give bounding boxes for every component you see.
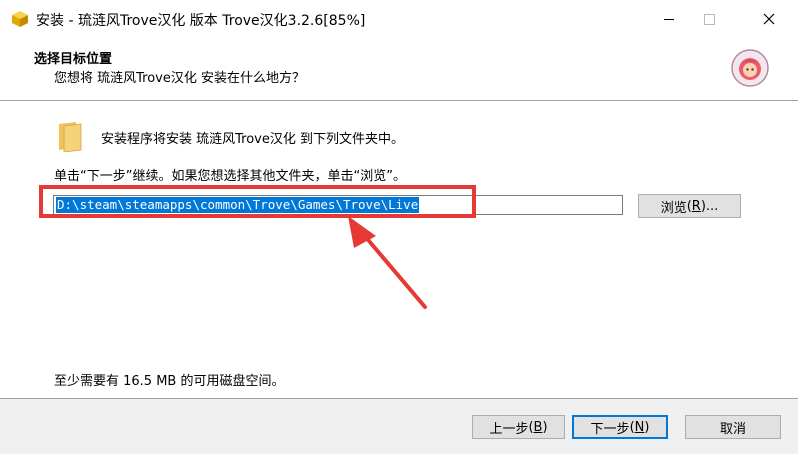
annotation-arrow-icon [348, 216, 427, 309]
wizard-footer: 上一步(B) 下一步(N) 取消 [0, 399, 798, 454]
back-shortcut: B [533, 419, 543, 435]
title-bar: 安装 - 琉涟风Trove汉化 版本 Trove汉化3.2.6[85%] [0, 0, 798, 38]
maximize-icon [703, 13, 715, 25]
page-title: 选择目标位置 [34, 52, 113, 67]
instruction-text: 单击“下一步”继续。如果您想选择其他文件夹，单击“浏览”。 [54, 169, 406, 184]
minimize-icon [664, 18, 674, 20]
cancel-label: 取消 [719, 421, 746, 437]
browse-ellipsis: ... [705, 198, 719, 214]
close-icon [763, 13, 775, 25]
disk-space-text: 至少需要有 16.5 MB 的可用磁盘空间。 [54, 374, 285, 389]
install-info-text: 安装程序将安装 琉涟风Trove汉化 到下列文件夹中。 [101, 132, 404, 147]
header-divider-highlight [0, 101, 798, 102]
window-title: 安装 - 琉涟风Trove汉化 版本 Trove汉化3.2.6[85%] [36, 13, 366, 29]
back-label: 上一步 [489, 421, 529, 437]
next-button[interactable]: 下一步(N) [572, 415, 668, 439]
browse-label: 浏览 [660, 200, 687, 216]
browse-shortcut: R [691, 198, 701, 214]
back-button[interactable]: 上一步(B) [472, 415, 565, 439]
folder-icon [59, 122, 82, 152]
next-label: 下一步 [590, 421, 630, 437]
maximize-button[interactable] [686, 0, 732, 38]
browse-button[interactable]: 浏览(R)... [638, 194, 741, 218]
close-button[interactable] [746, 0, 792, 38]
avatar-icon [731, 49, 769, 87]
installer-box-icon [12, 11, 28, 27]
cancel-button[interactable]: 取消 [685, 415, 781, 439]
page-subtitle: 您想将 琉涟风Trove汉化 安装在什么地方？ [54, 71, 305, 86]
wizard-header: 选择目标位置 您想将 琉涟风Trove汉化 安装在什么地方？ [0, 38, 798, 100]
next-shortcut: N [634, 419, 645, 435]
